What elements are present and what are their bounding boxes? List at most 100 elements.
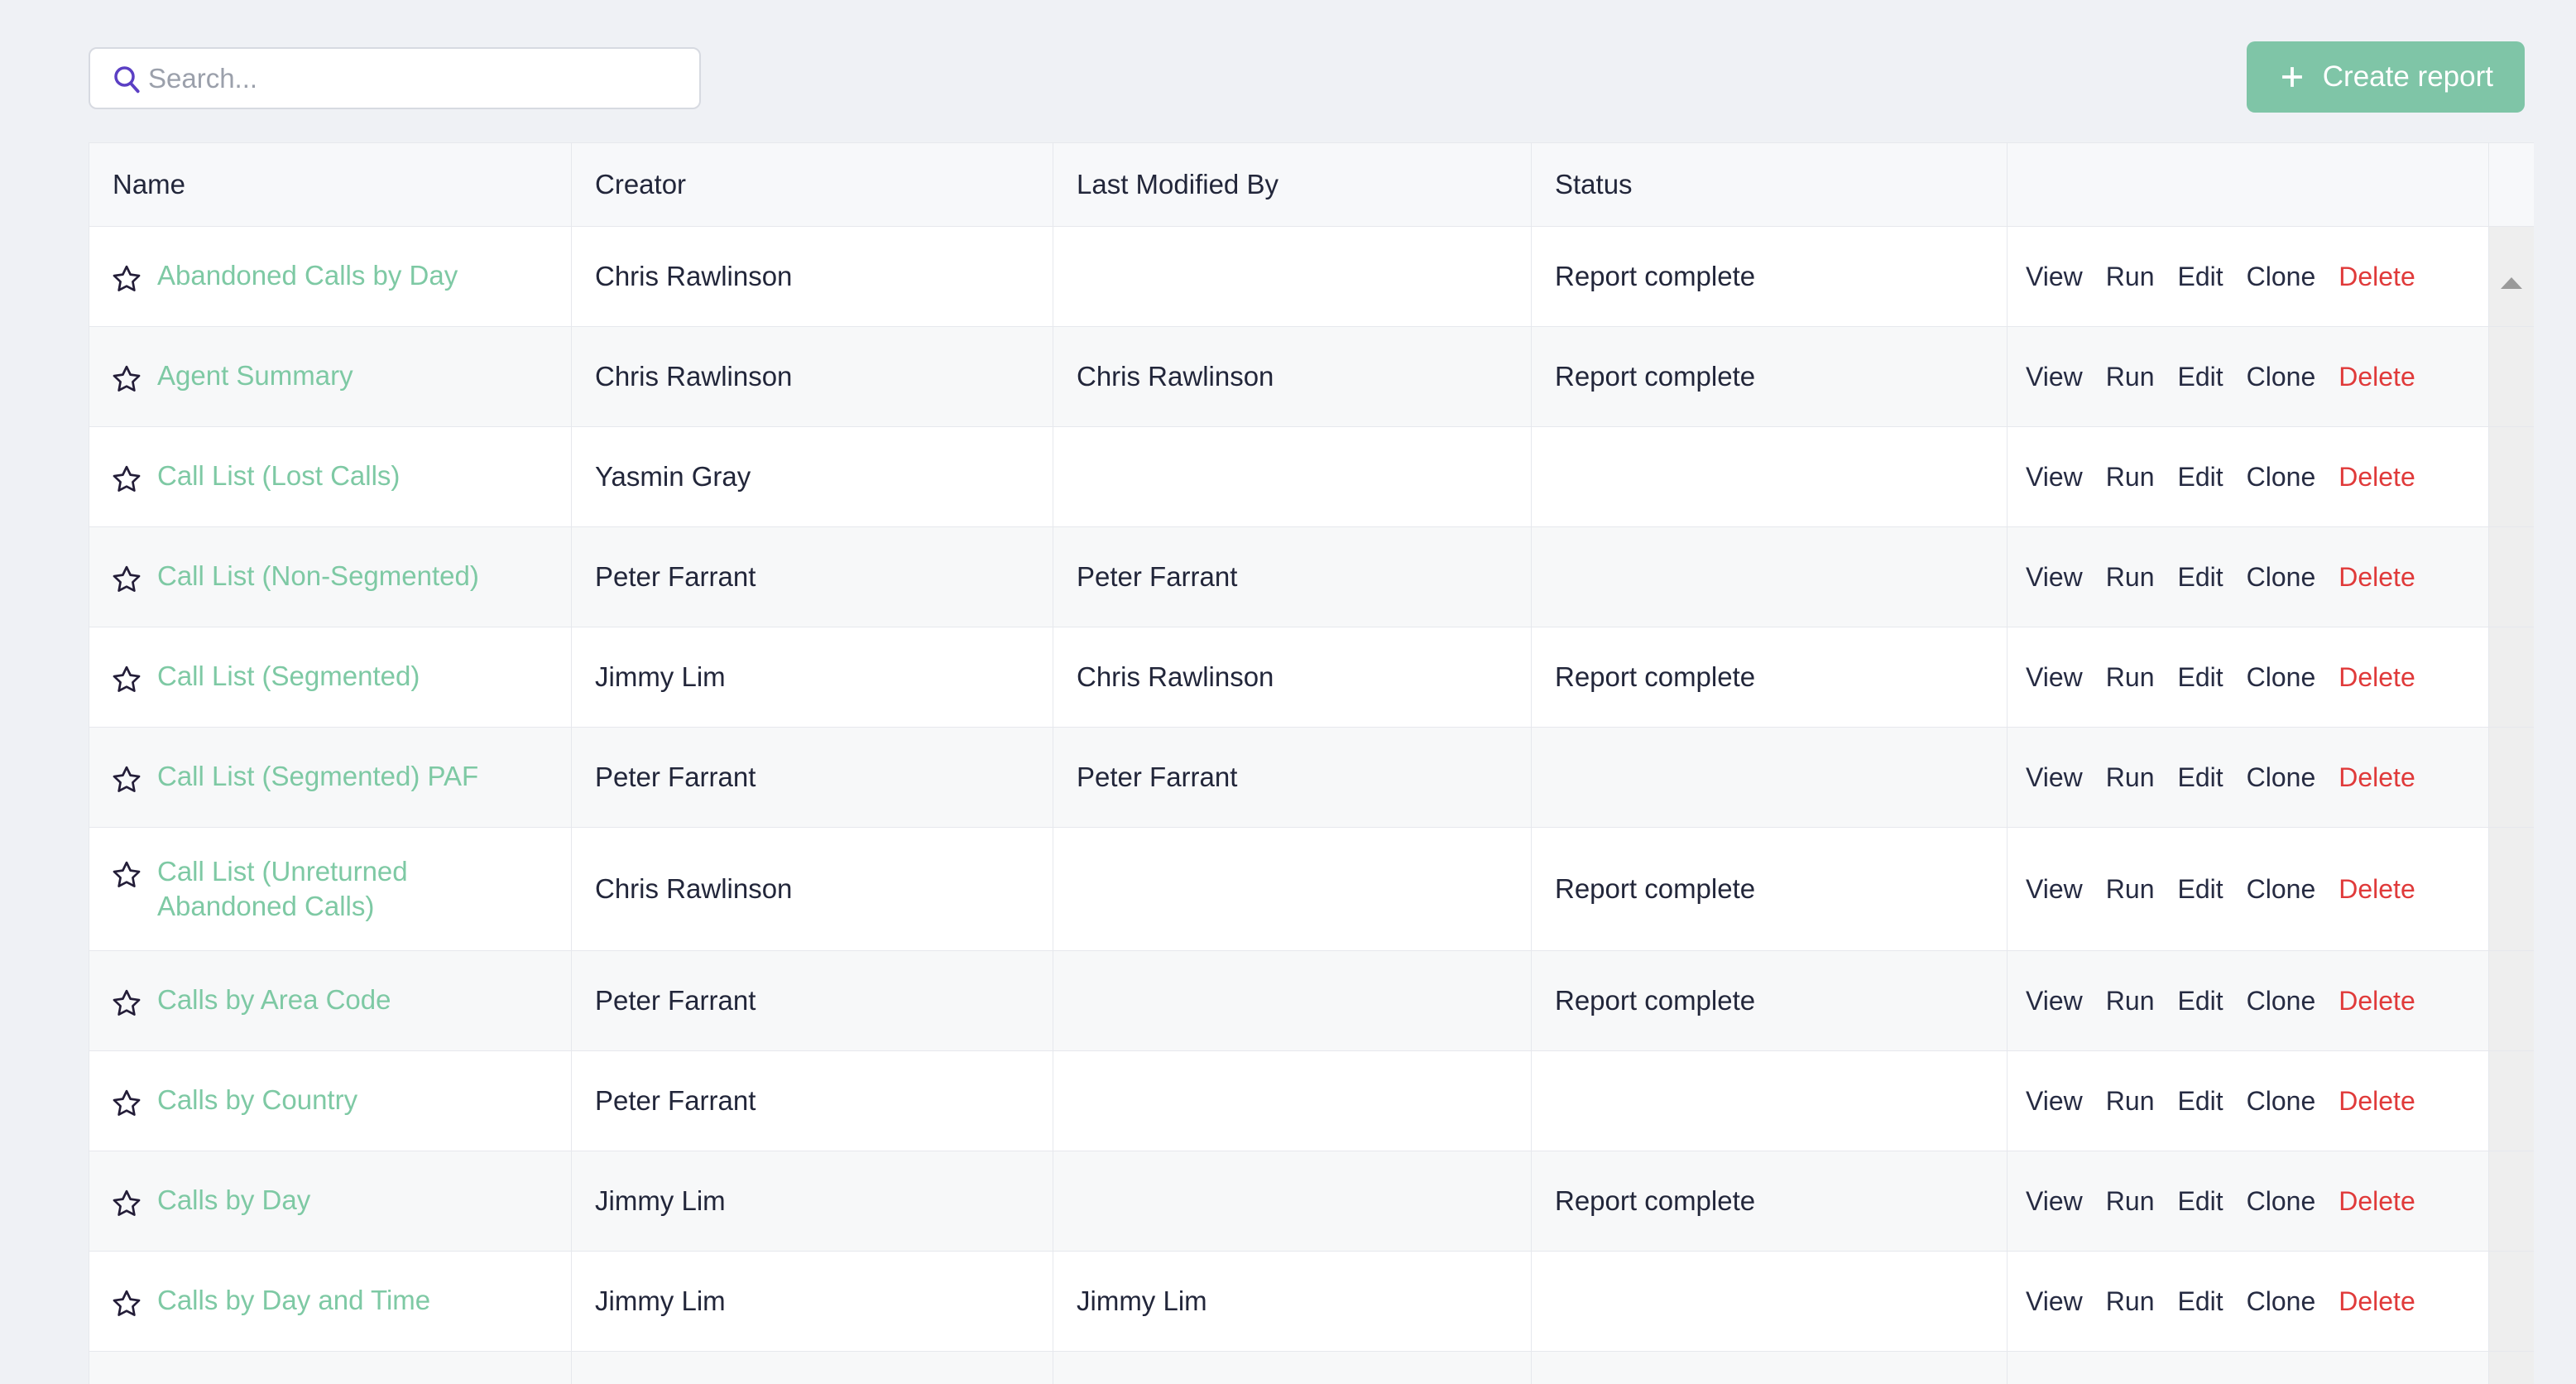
action-clone-link[interactable]: Clone bbox=[2247, 874, 2316, 905]
action-run-link[interactable]: Run bbox=[2106, 1286, 2155, 1317]
action-clone-link[interactable]: Clone bbox=[2247, 1186, 2316, 1217]
action-delete-link[interactable]: Delete bbox=[2339, 874, 2415, 905]
favorite-star-icon[interactable] bbox=[111, 1088, 142, 1119]
favorite-star-icon[interactable] bbox=[111, 664, 142, 695]
report-name-link[interactable]: Call List (Lost Calls) bbox=[157, 459, 400, 493]
table-scrollbar[interactable] bbox=[2489, 1151, 2535, 1252]
column-header-creator[interactable]: Creator bbox=[572, 143, 1053, 227]
action-run-link[interactable]: Run bbox=[2106, 362, 2155, 392]
action-edit-link[interactable]: Edit bbox=[2177, 762, 2223, 793]
action-edit-link[interactable]: Edit bbox=[2177, 1086, 2223, 1117]
action-clone-link[interactable]: Clone bbox=[2247, 986, 2316, 1016]
column-header-name[interactable]: Name bbox=[89, 143, 572, 227]
favorite-star-icon[interactable] bbox=[111, 764, 142, 795]
action-delete-link[interactable]: Delete bbox=[2339, 262, 2415, 292]
favorite-star-icon[interactable] bbox=[111, 988, 142, 1019]
favorite-star-icon[interactable] bbox=[111, 263, 142, 295]
action-delete-link[interactable]: Delete bbox=[2339, 1186, 2415, 1217]
favorite-star-icon[interactable] bbox=[111, 859, 142, 891]
cell-name: Agent Summary bbox=[89, 327, 572, 427]
action-clone-link[interactable]: Clone bbox=[2247, 1286, 2316, 1317]
action-view-link[interactable]: View bbox=[2026, 562, 2083, 593]
report-name-link[interactable]: Calls by Day bbox=[157, 1183, 310, 1218]
action-run-link[interactable]: Run bbox=[2106, 562, 2155, 593]
report-name-link[interactable]: Calls by Day and Time bbox=[157, 1283, 430, 1318]
action-edit-link[interactable]: Edit bbox=[2177, 874, 2223, 905]
action-delete-link[interactable]: Delete bbox=[2339, 462, 2415, 493]
action-run-link[interactable]: Run bbox=[2106, 986, 2155, 1016]
table-scrollbar[interactable] bbox=[2489, 951, 2535, 1051]
action-run-link[interactable]: Run bbox=[2106, 462, 2155, 493]
table-scrollbar[interactable] bbox=[2489, 1051, 2535, 1151]
action-run-link[interactable]: Run bbox=[2106, 874, 2155, 905]
cell-last-modified-by: Chris Rawlinson bbox=[1053, 627, 1532, 728]
action-delete-link[interactable]: Delete bbox=[2339, 1286, 2415, 1317]
action-edit-link[interactable]: Edit bbox=[2177, 662, 2223, 693]
column-header-last-modified-by[interactable]: Last Modified By bbox=[1053, 143, 1532, 227]
table-scrollbar[interactable] bbox=[2489, 427, 2535, 527]
action-run-link[interactable]: Run bbox=[2106, 662, 2155, 693]
action-delete-link[interactable]: Delete bbox=[2339, 762, 2415, 793]
search-box[interactable] bbox=[89, 47, 701, 109]
column-header-status[interactable]: Status bbox=[1532, 143, 2008, 227]
report-name-link[interactable]: Calls by Area Code bbox=[157, 983, 391, 1017]
action-view-link[interactable]: View bbox=[2026, 1086, 2083, 1117]
cell-partial bbox=[1053, 1352, 1532, 1384]
action-clone-link[interactable]: Clone bbox=[2247, 462, 2316, 493]
table-scrollbar[interactable] bbox=[2489, 1252, 2535, 1352]
action-view-link[interactable]: View bbox=[2026, 662, 2083, 693]
action-delete-link[interactable]: Delete bbox=[2339, 362, 2415, 392]
action-view-link[interactable]: View bbox=[2026, 762, 2083, 793]
action-delete-link[interactable]: Delete bbox=[2339, 662, 2415, 693]
action-clone-link[interactable]: Clone bbox=[2247, 662, 2316, 693]
action-run-link[interactable]: Run bbox=[2106, 762, 2155, 793]
report-name-link[interactable]: Calls by Country bbox=[157, 1083, 357, 1117]
favorite-star-icon[interactable] bbox=[111, 464, 142, 495]
action-view-link[interactable]: View bbox=[2026, 362, 2083, 392]
action-edit-link[interactable]: Edit bbox=[2177, 262, 2223, 292]
table-scrollbar[interactable] bbox=[2489, 527, 2535, 627]
action-clone-link[interactable]: Clone bbox=[2247, 1086, 2316, 1117]
action-clone-link[interactable]: Clone bbox=[2247, 262, 2316, 292]
action-edit-link[interactable]: Edit bbox=[2177, 1286, 2223, 1317]
action-delete-link[interactable]: Delete bbox=[2339, 562, 2415, 593]
search-input[interactable] bbox=[148, 49, 679, 108]
action-view-link[interactable]: View bbox=[2026, 1186, 2083, 1217]
action-edit-link[interactable]: Edit bbox=[2177, 986, 2223, 1016]
triangle-up-icon[interactable] bbox=[2489, 262, 2534, 291]
table-scrollbar[interactable] bbox=[2489, 627, 2535, 728]
action-clone-link[interactable]: Clone bbox=[2247, 562, 2316, 593]
action-clone-link[interactable]: Clone bbox=[2247, 762, 2316, 793]
favorite-star-icon[interactable] bbox=[111, 1188, 142, 1219]
action-run-link[interactable]: Run bbox=[2106, 1186, 2155, 1217]
report-name-link[interactable]: Call List (Segmented) bbox=[157, 659, 420, 694]
table-scrollbar[interactable] bbox=[2489, 227, 2535, 327]
action-view-link[interactable]: View bbox=[2026, 986, 2083, 1016]
favorite-star-icon[interactable] bbox=[111, 363, 142, 395]
table-scrollbar[interactable] bbox=[2489, 1352, 2535, 1384]
action-edit-link[interactable]: Edit bbox=[2177, 462, 2223, 493]
action-view-link[interactable]: View bbox=[2026, 262, 2083, 292]
table-scrollbar[interactable] bbox=[2489, 728, 2535, 828]
action-edit-link[interactable]: Edit bbox=[2177, 562, 2223, 593]
report-name-link[interactable]: Call List (Non-Segmented) bbox=[157, 559, 479, 593]
action-edit-link[interactable]: Edit bbox=[2177, 362, 2223, 392]
report-name-link[interactable]: Call List (Segmented) PAF bbox=[157, 759, 478, 794]
favorite-star-icon[interactable] bbox=[111, 1288, 142, 1319]
action-delete-link[interactable]: Delete bbox=[2339, 986, 2415, 1016]
action-view-link[interactable]: View bbox=[2026, 462, 2083, 493]
action-delete-link[interactable]: Delete bbox=[2339, 1086, 2415, 1117]
report-name-link[interactable]: Agent Summary bbox=[157, 358, 353, 393]
action-run-link[interactable]: Run bbox=[2106, 1086, 2155, 1117]
table-scrollbar[interactable] bbox=[2489, 828, 2535, 951]
action-run-link[interactable]: Run bbox=[2106, 262, 2155, 292]
action-view-link[interactable]: View bbox=[2026, 1286, 2083, 1317]
report-name-link[interactable]: Abandoned Calls by Day bbox=[157, 258, 458, 293]
action-clone-link[interactable]: Clone bbox=[2247, 362, 2316, 392]
create-report-button[interactable]: Create report bbox=[2247, 41, 2525, 113]
report-name-link[interactable]: Call List (Unreturned Abandoned Calls) bbox=[157, 854, 548, 924]
action-view-link[interactable]: View bbox=[2026, 874, 2083, 905]
favorite-star-icon[interactable] bbox=[111, 564, 142, 595]
action-edit-link[interactable]: Edit bbox=[2177, 1186, 2223, 1217]
table-scrollbar[interactable] bbox=[2489, 327, 2535, 427]
